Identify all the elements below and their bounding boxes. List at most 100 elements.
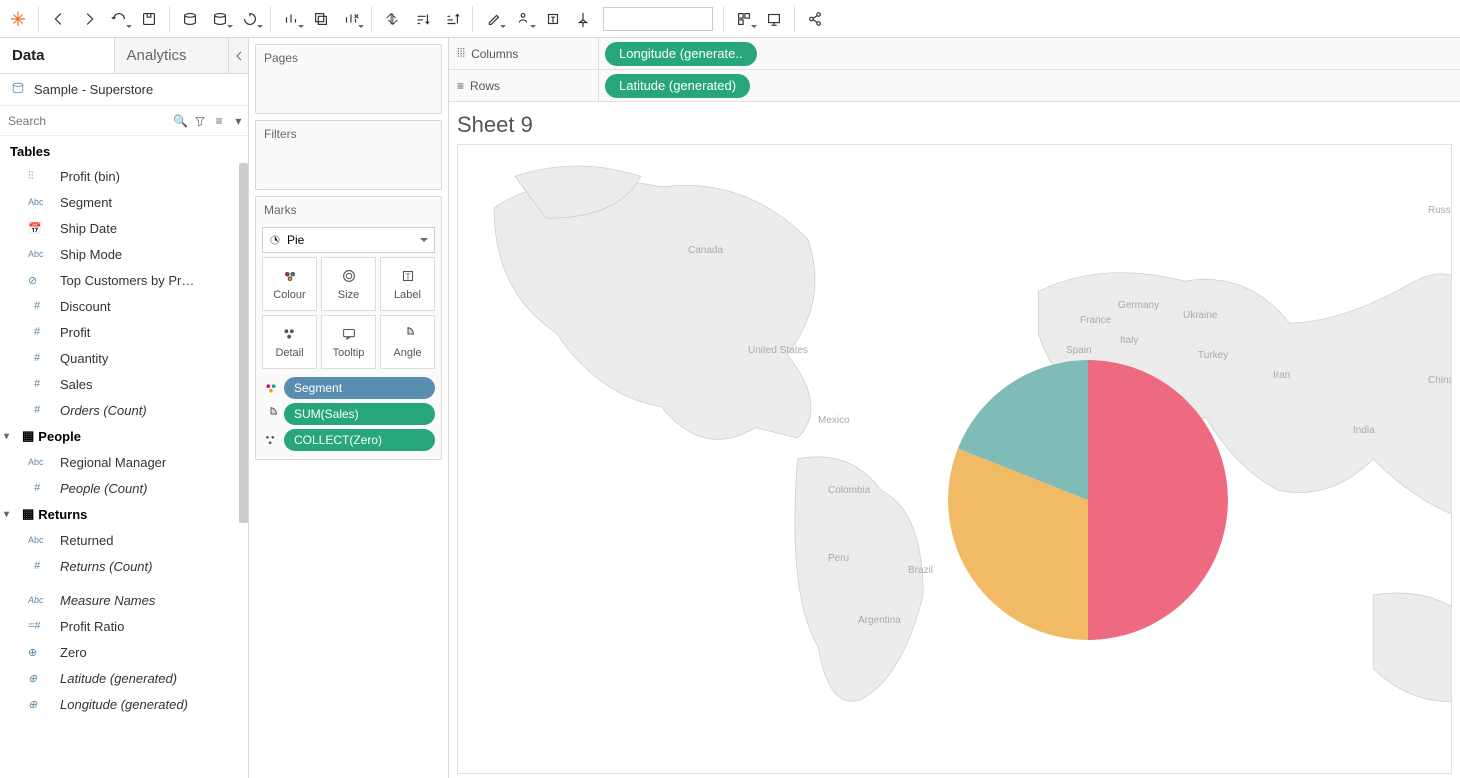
filter-icon[interactable]	[192, 113, 207, 129]
mark-tooltip-button[interactable]: Tooltip	[321, 315, 376, 369]
field-label: Ship Date	[60, 221, 117, 236]
view-options-icon[interactable]: ≡	[212, 113, 227, 129]
collapse-pane-icon[interactable]	[228, 38, 248, 73]
field-orders-count-[interactable]: # Orders (Count)	[0, 397, 248, 423]
filters-shelf[interactable]: Filters	[255, 120, 442, 190]
field-returned[interactable]: AbcReturned	[0, 527, 248, 553]
mark-label: Label	[394, 289, 421, 301]
columns-shelf[interactable]: ⦙⦙⦙Columns Longitude (generate..	[449, 38, 1460, 70]
field-discount[interactable]: # Discount	[0, 293, 248, 319]
field-latitude-generated-[interactable]: ⊕ Latitude (generated)	[0, 665, 248, 691]
field-sales[interactable]: #Sales	[0, 371, 248, 397]
data-dropdown[interactable]	[206, 5, 234, 33]
field-label: Discount	[60, 299, 111, 314]
field-quantity[interactable]: #Quantity	[0, 345, 248, 371]
rows-pill[interactable]: Latitude (generated)	[605, 74, 750, 98]
pill-sum-sales-[interactable]: SUM(Sales)	[284, 403, 435, 425]
field-label: Ship Mode	[60, 247, 122, 262]
swap-axes-button[interactable]	[378, 5, 406, 33]
mark-label-button[interactable]: TLabel	[380, 257, 435, 311]
search-input[interactable]	[2, 110, 169, 132]
text-label-button[interactable]	[539, 5, 567, 33]
mark-label: Size	[338, 289, 359, 301]
pie-chart[interactable]	[948, 360, 1228, 640]
field-label: Profit Ratio	[60, 619, 124, 634]
search-icon[interactable]: 🔍	[173, 113, 188, 129]
shelves-panel: Pages Filters Marks Pie ColourSizeTLabel…	[249, 38, 449, 778]
field-label: Orders (Count)	[60, 403, 147, 418]
pages-shelf[interactable]: Pages	[255, 44, 442, 114]
mark-colour-button[interactable]: Colour	[262, 257, 317, 311]
num-icon: #	[28, 378, 50, 390]
tables-header: Tables	[0, 136, 248, 163]
marks-card: Marks Pie ColourSizeTLabelDetailTooltipA…	[255, 196, 442, 460]
share-button[interactable]	[801, 5, 829, 33]
forward-button[interactable]	[75, 5, 103, 33]
field-profit-bin-[interactable]: ⫶⫶Profit (bin)	[0, 163, 248, 189]
new-worksheet-button[interactable]	[277, 5, 305, 33]
tab-analytics[interactable]: Analytics	[114, 38, 229, 73]
field-label: Profit	[60, 325, 90, 340]
columns-icon: ⦙⦙⦙	[457, 46, 465, 61]
show-me-button[interactable]	[730, 5, 758, 33]
pill-segment[interactable]: Segment	[284, 377, 435, 399]
field-top-customers-by-pr-[interactable]: ⊘ Top Customers by Pr…	[0, 267, 248, 293]
colour-icon	[262, 379, 280, 397]
num-icon: #	[28, 300, 50, 312]
field-segment[interactable]: AbcSegment	[0, 189, 248, 215]
field-profit[interactable]: #Profit	[0, 319, 248, 345]
angle-icon	[262, 405, 280, 423]
save-button[interactable]	[135, 5, 163, 33]
duplicate-sheet-button[interactable]	[307, 5, 335, 33]
field-regional-manager[interactable]: AbcRegional Manager	[0, 449, 248, 475]
field-ship-date[interactable]: 📅Ship Date	[0, 215, 248, 241]
clear-sheet-button[interactable]	[337, 5, 365, 33]
scrollbar[interactable]	[239, 163, 248, 523]
pill-collect-zero-[interactable]: COLLECT(Zero)	[284, 429, 435, 451]
presentation-button[interactable]	[760, 5, 788, 33]
data-pane: Data Analytics Sample - Superstore 🔍 ≡ ▾…	[0, 38, 249, 778]
field-label: Latitude (generated)	[60, 671, 177, 686]
chevron-down-icon[interactable]: ▾	[231, 113, 246, 129]
pie-slice-consumer[interactable]	[1088, 360, 1228, 640]
refresh-button[interactable]	[236, 5, 264, 33]
columns-pill[interactable]: Longitude (generate..	[605, 42, 757, 66]
rows-shelf[interactable]: ≡Rows Latitude (generated)	[449, 70, 1460, 102]
field-longitude-generated-[interactable]: ⊕Longitude (generated)	[0, 691, 248, 717]
group-people[interactable]: ▾▦People	[0, 423, 248, 449]
tableau-logo[interactable]	[4, 5, 32, 33]
abc-icon: Abc	[28, 457, 50, 467]
mark-size-button[interactable]: Size	[321, 257, 376, 311]
mark-type-dropdown[interactable]: Pie	[262, 227, 435, 253]
sort-desc-button[interactable]	[438, 5, 466, 33]
sheet-title[interactable]: Sheet 9	[457, 106, 1452, 144]
tab-data[interactable]: Data	[0, 38, 114, 73]
mark-detail-button[interactable]: Detail	[262, 315, 317, 369]
datasource-row[interactable]: Sample - Superstore	[0, 74, 248, 106]
pin-button[interactable]	[569, 5, 597, 33]
globe-icon: ⊕	[28, 672, 50, 685]
mark-label: Tooltip	[333, 347, 365, 359]
undo-redo-dropdown[interactable]	[105, 5, 133, 33]
sort-asc-button[interactable]	[408, 5, 436, 33]
field-measure-names[interactable]: AbcMeasure Names	[0, 587, 248, 613]
viz-map[interactable]: CanadaUnited StatesMexicoColombiaPeruBra…	[457, 144, 1452, 774]
field-label: People (Count)	[60, 481, 147, 496]
field-label: Returned	[60, 533, 113, 548]
field-zero[interactable]: ⊕Zero	[0, 639, 248, 665]
highlight-button[interactable]	[479, 5, 507, 33]
group-returns[interactable]: ▾▦Returns	[0, 501, 248, 527]
group-button[interactable]	[509, 5, 537, 33]
field-label: Top Customers by Pr…	[60, 273, 194, 288]
fit-dropdown[interactable]	[603, 7, 713, 31]
num-icon: #	[28, 404, 50, 416]
field-people-count-[interactable]: #People (Count)	[0, 475, 248, 501]
set-icon: ⊘	[28, 274, 50, 287]
field-returns-count-[interactable]: #Returns (Count)	[0, 553, 248, 579]
new-datasource-button[interactable]	[176, 5, 204, 33]
field-profit-ratio[interactable]: =#Profit Ratio	[0, 613, 248, 639]
mark-angle-button[interactable]: Angle	[380, 315, 435, 369]
abc-icon: Abc	[28, 595, 50, 605]
back-button[interactable]	[45, 5, 73, 33]
field-ship-mode[interactable]: AbcShip Mode	[0, 241, 248, 267]
